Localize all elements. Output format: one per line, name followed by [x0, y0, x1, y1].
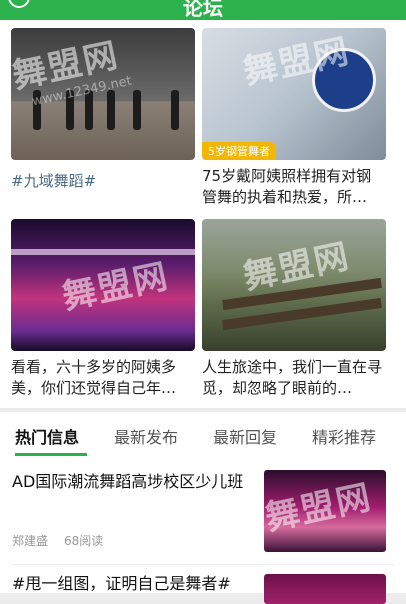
post-reads: 68阅读 — [64, 534, 104, 548]
page-title: 论坛 — [183, 0, 223, 20]
tab-hot-info[interactable]: 热门信息 — [15, 424, 79, 448]
featured-grid: 舞盟网 www.12349.net #九域舞蹈# 舞盟网 5岁钢管舞者 75岁戴… — [0, 20, 406, 408]
card-image[interactable]: 舞盟网 5岁钢管舞者 — [202, 28, 386, 160]
watermark-logo: 舞盟网 — [264, 477, 376, 539]
tab-latest-replies[interactable]: 最新回复 — [213, 424, 277, 448]
top-bar: 论坛 — [0, 0, 406, 20]
card-hashtag[interactable]: #九域舞蹈# — [11, 170, 195, 191]
post-thumbnail[interactable]: 舞盟网 — [264, 470, 386, 552]
card-image[interactable]: 舞盟网 — [202, 219, 386, 351]
post-list: AD国际潮流舞蹈高埗校区少儿班 郑建盛 68阅读 舞盟网 #甩一组图，证明自己是… — [0, 458, 406, 604]
card-caption[interactable]: 看看，六十多岁的阿姨多美，你们还觉得自己年… — [11, 357, 195, 399]
watermark-url: www.12349.net — [30, 73, 134, 110]
featured-card[interactable]: 舞盟网 5岁钢管舞者 75岁戴阿姨照样拥有对钢管舞的执着和热爱，所… — [202, 28, 386, 208]
post-title[interactable]: AD国际潮流舞蹈高埗校区少儿班 — [12, 470, 247, 494]
list-divider — [12, 564, 394, 565]
featured-card[interactable]: 舞盟网 人生旅途中，我们一直在寻觅，却忽略了眼前的… — [202, 219, 386, 399]
active-tab-indicator — [15, 453, 87, 456]
post-thumbnail[interactable] — [264, 574, 386, 604]
featured-card[interactable]: 舞盟网 www.12349.net #九域舞蹈# — [11, 28, 195, 191]
post-title[interactable]: #甩一组图，证明自己是舞者# — [12, 572, 247, 596]
card-image[interactable]: 舞盟网 — [11, 219, 195, 351]
post-author: 郑建盛 — [12, 534, 49, 548]
card-image[interactable]: 舞盟网 www.12349.net — [11, 28, 195, 160]
tab-bar: 热门信息 最新发布 最新回复 精彩推荐 — [0, 412, 406, 459]
card-badge: 5岁钢管舞者 — [202, 142, 276, 160]
tab-recommended[interactable]: 精彩推荐 — [312, 424, 376, 448]
watermark-logo: 舞盟网 — [58, 256, 173, 318]
tab-latest-posts[interactable]: 最新发布 — [114, 424, 178, 448]
card-caption[interactable]: 人生旅途中，我们一直在寻觅，却忽略了眼前的… — [202, 357, 386, 399]
ipsf-seal-icon — [312, 48, 376, 112]
card-caption[interactable]: 75岁戴阿姨照样拥有对钢管舞的执着和热爱，所… — [202, 166, 386, 208]
watermark-logo: 舞盟网 — [11, 35, 123, 97]
featured-card[interactable]: 舞盟网 看看，六十多岁的阿姨多美，你们还觉得自己年… — [11, 219, 195, 399]
